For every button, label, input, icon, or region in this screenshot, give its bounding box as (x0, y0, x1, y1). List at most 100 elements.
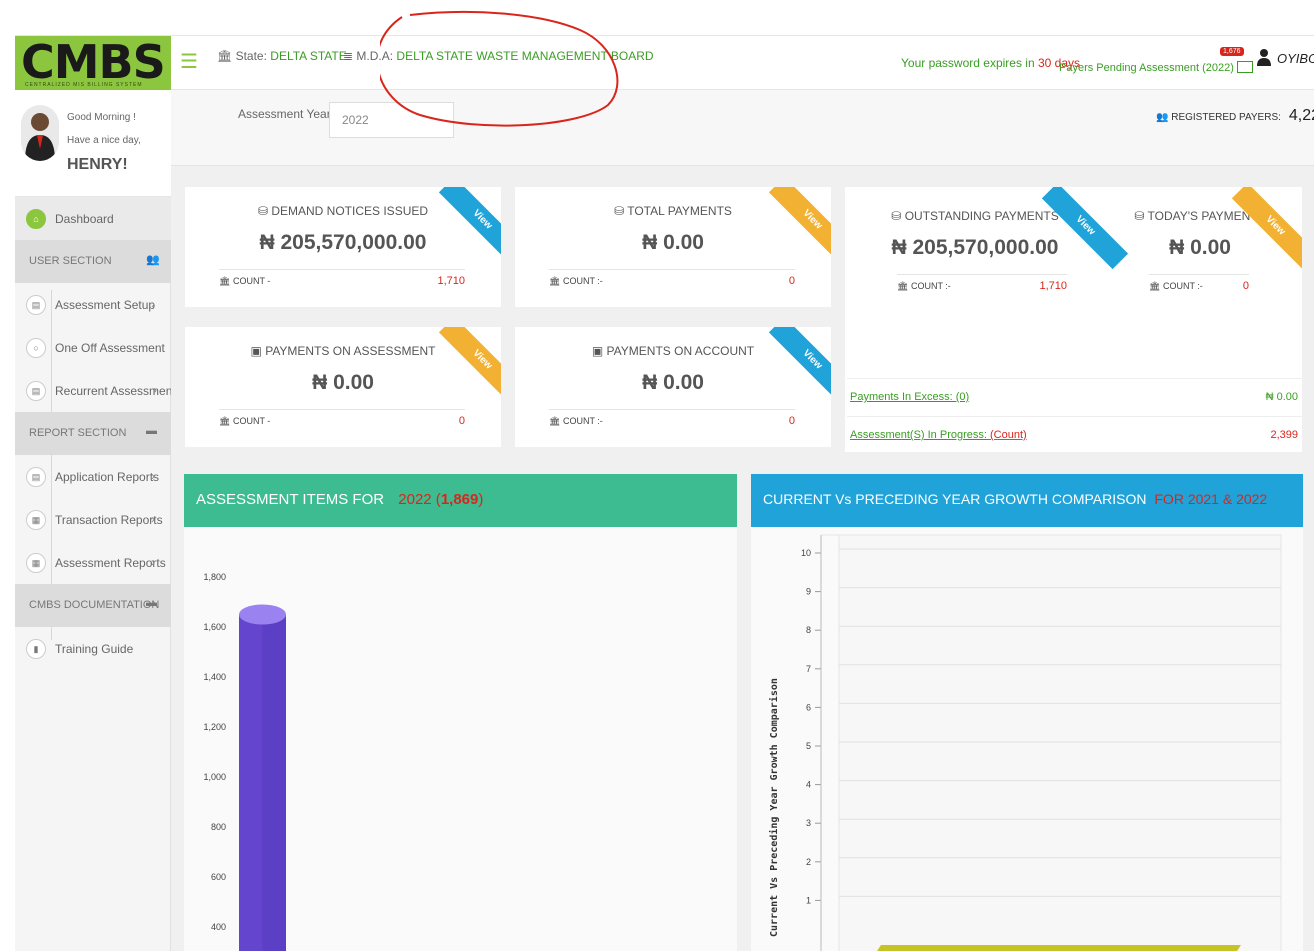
year-label-text: Assessment Year (238, 107, 331, 121)
book-icon: ▬ (146, 597, 157, 609)
password-expiry: Your password expires in 30 days (901, 56, 1080, 70)
payments-on-account-card: ▣ PAYMENTS ON ACCOUNT ₦ 0.00 🏛 COUNT :- … (515, 327, 831, 447)
assessment-year-label: Assessment Year * (238, 107, 339, 121)
registered-label: REGISTERED PAYERS: (1171, 112, 1281, 123)
documentation-section-header: CMBS DOCUMENTATION ▬ (15, 584, 171, 627)
y-tick-label: 400 (211, 922, 226, 932)
sidebar-item-training-guide[interactable]: ▮ Training Guide (15, 627, 171, 670)
chevron-right-icon: › (151, 512, 155, 526)
assessments-in-progress-row: Assessment(S) In Progress: (Count) 2,399 (847, 416, 1302, 452)
greeting-line-2: Have a nice day, (67, 135, 141, 146)
database-icon: ≣ (343, 49, 354, 63)
coins-icon: ⛁ (257, 204, 272, 218)
profile-panel: Good Morning ! Have a nice day, HENRY! (15, 90, 171, 197)
count-label: COUNT - (232, 416, 271, 426)
panel-year: 2022 (398, 491, 432, 508)
greeting-user: HENRY! (67, 156, 128, 173)
coins-icon: ⛁ (1134, 209, 1148, 223)
registered-value: 4,229 (1288, 107, 1314, 124)
card-count-row: 🏛 COUNT :- 0 (549, 269, 795, 287)
count-label: COUNT - (232, 276, 271, 286)
card-count-row: 🏛 COUNT :- 1,710 (897, 274, 1067, 292)
assessments-in-progress-link[interactable]: Assessment(S) In Progress: (Count) (850, 429, 1027, 441)
user-menu[interactable]: OYIBO▾ (1257, 48, 1314, 66)
sidebar-item-recurrent[interactable]: ▤ Recurrent Assessment › (15, 369, 176, 412)
user-name: OYIBO (1277, 51, 1314, 66)
count-label: COUNT :- (910, 281, 951, 291)
book-icon: ▮ (26, 639, 46, 659)
sidebar-item-label: Assessment Reports (55, 556, 166, 570)
table-icon: ▦ (26, 553, 46, 573)
sidebar-item-one-off[interactable]: ○ One Off Assessment (15, 326, 171, 369)
y-tick-label: 8 (806, 625, 811, 635)
paren-close: ) (478, 491, 484, 508)
panel-header: ASSESSMENT ITEMS FOR 2022 (1,869) (184, 474, 737, 527)
y-tick-label: 5 (806, 741, 811, 751)
bank-icon: 🏛 (1149, 281, 1161, 291)
report-icon: ▬ (146, 425, 157, 437)
paren-open: ( (431, 491, 441, 508)
bank-icon: 🏛 (219, 276, 231, 286)
pending-assessment-link[interactable]: Payers Pending Assessment (2022) (1059, 61, 1253, 74)
assessment-items-chart: 1,800 1,600 1,400 1,200 1,000 800 600 400 (203, 572, 286, 951)
progress-count-word: (Count) (990, 429, 1027, 441)
total-payments-card: ⛁ TOTAL PAYMENTS ₦ 0.00 🏛 COUNT :- 0 Vie… (515, 187, 831, 307)
coins-icon: ⛁ (614, 204, 628, 218)
y-axis-label: Current Vs Preceding Year Growth Compari… (768, 678, 780, 937)
money-icon: ▣ (591, 344, 607, 358)
count-value: 0 (458, 415, 465, 427)
avatar (21, 105, 59, 161)
panel-header: CURRENT Vs PRECEDING YEAR GROWTH COMPARI… (751, 474, 1303, 527)
card-title-text: PAYMENTS ON ASSESSMENT (265, 344, 436, 358)
panel-years: FOR 2021 & 2022 (1154, 491, 1268, 507)
y-tick-label: 1,000 (203, 772, 226, 782)
bar-top (239, 604, 286, 625)
user-section-header: USER SECTION 👥 (15, 240, 171, 283)
card-title-text: OUTSTANDING PAYMENTS (904, 209, 1059, 223)
state-info: 🏛 State: DELTA STATE (217, 49, 347, 63)
bank-icon: 🏛 (217, 49, 233, 63)
section-label: REPORT SECTION (29, 427, 127, 439)
table-icon: ▦ (26, 510, 46, 530)
section-label: USER SECTION (29, 255, 112, 267)
sidebar-item-label: Application Reports (55, 470, 160, 484)
sidebar-item-application-reports[interactable]: ▤ Application Reports › (15, 455, 171, 498)
sidebar-item-label: Assessment Setup (55, 298, 156, 312)
sidebar-item-dashboard[interactable]: ⌂ Dashboard (15, 197, 171, 240)
calculator-icon: ▤ (26, 381, 46, 401)
y-tick-label: 1,200 (203, 722, 226, 732)
mda-value: DELTA STATE WASTE MANAGEMENT BOARD (396, 49, 654, 63)
y-tick-label: 4 (806, 780, 811, 790)
count-label: COUNT :- (562, 416, 603, 426)
sidebar-item-transaction-reports[interactable]: ▦ Transaction Reports › (15, 498, 171, 541)
growth-comparison-panel: CURRENT Vs PRECEDING YEAR GROWTH COMPARI… (751, 474, 1303, 951)
bank-icon: 🏛 (897, 281, 909, 291)
hamburger-icon[interactable]: ☰ (180, 52, 198, 72)
sidebar-item-label: One Off Assessment (55, 341, 165, 355)
y-tick-label: 2 (806, 857, 811, 867)
sidebar-item-assessment-setup[interactable]: ▤ Assessment Setup › (15, 283, 171, 326)
sidebar-item-label: Dashboard (55, 212, 114, 226)
sidebar-item-label: Recurrent Assessment (55, 384, 176, 398)
sidebar-item-assessment-reports[interactable]: ▦ Assessment Reports › (15, 541, 171, 584)
pending-label: Payers Pending Assessment (2022) (1059, 62, 1234, 74)
progress-label: Assessment(S) In Progress: (850, 429, 990, 441)
y-tick-label: 600 (211, 872, 226, 882)
main-content: Assessment Year * 👥 REGISTERED PAYERS: 4,… (171, 90, 1314, 951)
avatar-image (25, 113, 55, 161)
card-amount: ₦ 0.00 (312, 371, 374, 394)
sidebar: Good Morning ! Have a nice day, HENRY! ⌂… (15, 90, 176, 951)
payments-in-excess-link[interactable]: Payments In Excess: (0) (850, 391, 969, 403)
plot-area (838, 534, 1282, 951)
sidebar-item-label: Training Guide (55, 642, 134, 656)
y-tick-label: 9 (806, 587, 811, 597)
demand-notices-card: ⛁ DEMAND NOTICES ISSUED ₦ 205,570,000.00… (185, 187, 501, 307)
count-value: 0 (1242, 280, 1249, 292)
assessment-year-input[interactable] (329, 102, 454, 138)
count-label: COUNT :- (562, 276, 603, 286)
state-value: DELTA STATE (270, 49, 347, 63)
cmbs-logo[interactable]: CMBS CENTRALIZED MIS BILLING SYSTEM (15, 36, 171, 91)
state-label: State: (235, 49, 267, 63)
outstanding-today-card: ⛁ OUTSTANDING PAYMENTS ₦ 205,570,000.00 … (845, 187, 1302, 342)
y-tick-label: 1 (806, 895, 811, 905)
